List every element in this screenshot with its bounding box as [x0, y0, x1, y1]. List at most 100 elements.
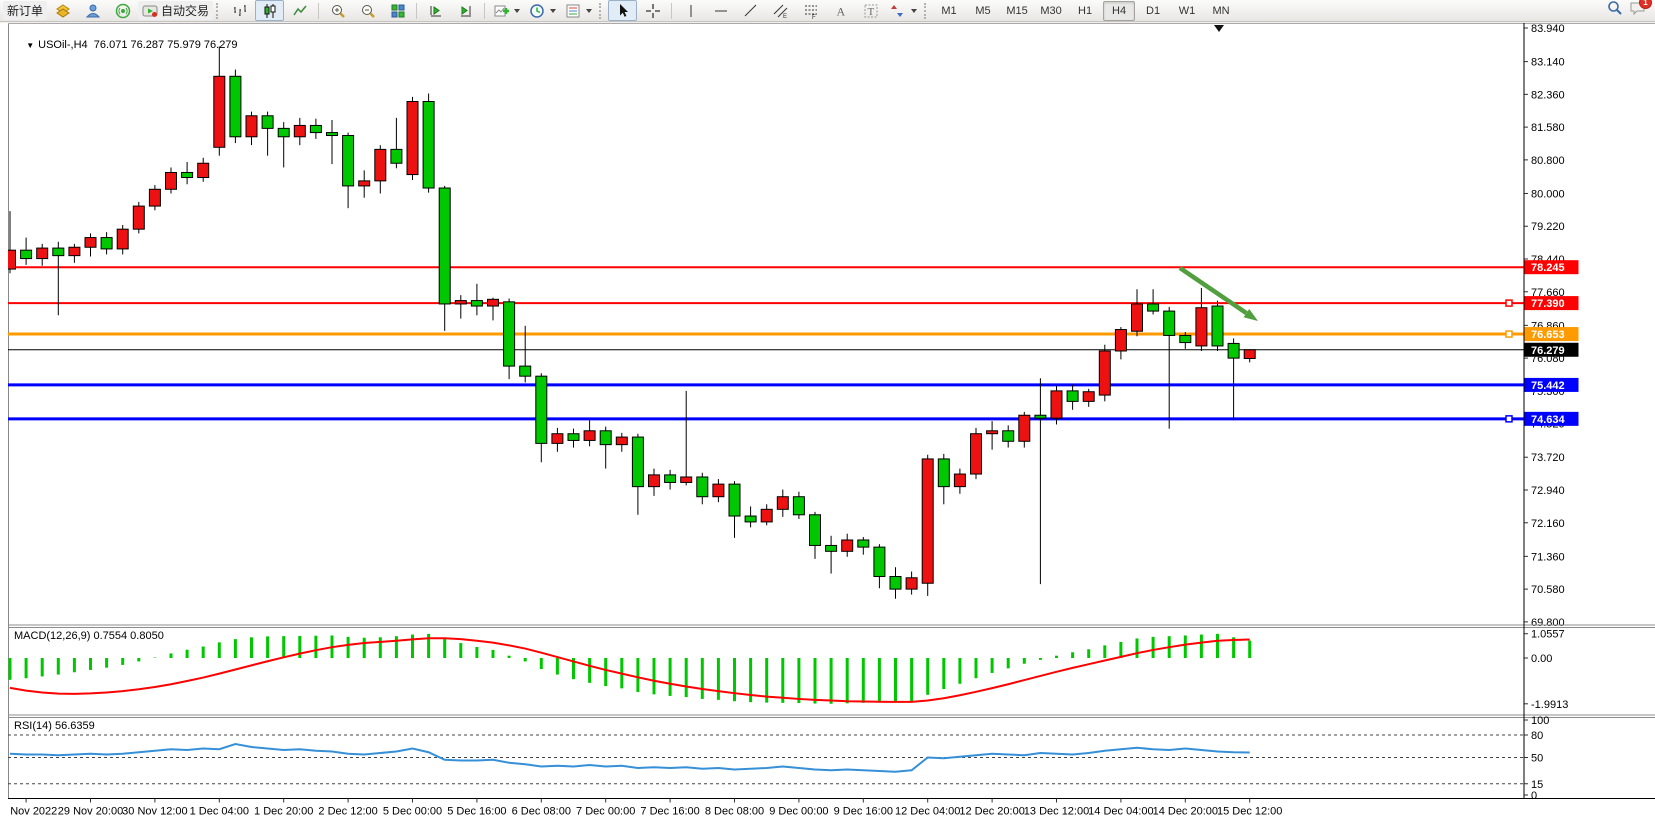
svg-text:7 Dec 16:00: 7 Dec 16:00 [640, 806, 699, 818]
candle-down [343, 136, 354, 186]
candle-up [842, 540, 853, 551]
arrow-objects-icon[interactable] [886, 0, 921, 21]
candle-up [37, 248, 48, 259]
notifications-icon[interactable]: 1 [1629, 0, 1646, 21]
svg-text:81.580: 81.580 [1531, 122, 1565, 134]
search-icon[interactable] [1607, 0, 1623, 21]
candle-down [810, 515, 821, 546]
toolbar-separator [318, 3, 319, 19]
candle-up [8, 250, 16, 269]
candle-up [166, 172, 177, 189]
chart-canvas[interactable]: 83.94083.14082.36081.58080.80080.00079.2… [8, 23, 1655, 823]
timeframe-button-h4[interactable]: H4 [1103, 1, 1135, 21]
candle-up [1019, 415, 1030, 441]
candle-up [1196, 308, 1207, 346]
autotrade-button[interactable]: 自动交易 [138, 1, 213, 20]
candle-down [1003, 431, 1014, 442]
candle-down [471, 301, 482, 306]
main-toolbar: 新订单 自动交易 [0, 0, 1655, 22]
timeframe-button-h1[interactable]: H1 [1069, 1, 1101, 21]
candle-up [1132, 304, 1143, 331]
candle-down [826, 545, 837, 551]
candle-up [214, 76, 225, 147]
svg-text:T: T [867, 6, 874, 18]
candle-down [1180, 335, 1191, 342]
level-marker [1506, 416, 1512, 422]
timeframe-button-mn[interactable]: MN [1205, 1, 1237, 21]
auto-scroll-icon[interactable] [421, 0, 450, 21]
crosshair-icon[interactable] [638, 0, 667, 21]
horizontal-line-tool-icon[interactable] [706, 0, 735, 21]
svg-text:1.0557: 1.0557 [1531, 629, 1565, 641]
timeframe-button-m15[interactable]: M15 [1001, 1, 1033, 21]
candlestick-chart-icon[interactable] [255, 0, 284, 21]
candle-up [69, 247, 80, 255]
svg-text:6 Dec 08:00: 6 Dec 08:00 [512, 806, 571, 818]
svg-text:78.245: 78.245 [1531, 262, 1565, 274]
candle-up [954, 474, 965, 487]
candle-down [697, 477, 708, 497]
tile-windows-icon[interactable] [383, 0, 412, 21]
candle-down [793, 497, 804, 515]
templates-icon[interactable] [561, 0, 596, 21]
funds-icon[interactable] [48, 0, 77, 21]
vertical-line-tool-icon[interactable] [676, 0, 705, 21]
candle-down [327, 133, 338, 136]
cursor-icon[interactable] [608, 0, 637, 21]
timeframe-button-m5[interactable]: M5 [967, 1, 999, 21]
svg-text:30 Nov 12:00: 30 Nov 12:00 [122, 806, 187, 818]
timeframe-button-m30[interactable]: M30 [1035, 1, 1067, 21]
candle-up [1083, 392, 1094, 402]
autotrade-label: 自动交易 [161, 2, 209, 19]
zoom-out-icon[interactable] [353, 0, 382, 21]
bar-chart-icon[interactable] [225, 0, 254, 21]
add-indicator-icon[interactable] [489, 0, 524, 21]
profile-icon[interactable] [78, 0, 107, 21]
periodicity-icon[interactable] [525, 0, 560, 21]
candle-down [632, 437, 643, 487]
candle-down [439, 188, 450, 304]
candle-down [101, 238, 112, 249]
svg-text:76.653: 76.653 [1531, 329, 1565, 341]
trendline-tool-icon[interactable] [736, 0, 765, 21]
candle-down [1148, 304, 1159, 311]
svg-text:7 Dec 00:00: 7 Dec 00:00 [576, 806, 635, 818]
line-chart-icon[interactable] [285, 0, 314, 21]
label-tool-icon[interactable]: T [856, 0, 885, 21]
svg-text:72.160: 72.160 [1531, 518, 1565, 530]
new-order-button[interactable]: 新订单 [3, 1, 47, 20]
toolbar-grip [599, 3, 605, 19]
svg-text:50: 50 [1531, 753, 1543, 765]
candle-down [745, 516, 756, 522]
signals-icon[interactable] [108, 0, 137, 21]
candle-up [922, 459, 933, 583]
toolbar-separator [416, 3, 417, 19]
candle-up [1099, 351, 1110, 395]
svg-text:2 Dec 12:00: 2 Dec 12:00 [318, 806, 377, 818]
svg-text:A: A [836, 4, 845, 18]
svg-text:100: 100 [1531, 715, 1549, 727]
candle-up [584, 431, 595, 441]
candle-up [616, 437, 627, 445]
fibonacci-tool-icon[interactable]: F [796, 0, 825, 21]
svg-text:1 Dec 20:00: 1 Dec 20:00 [254, 806, 313, 818]
timeframe-button-m1[interactable]: M1 [933, 1, 965, 21]
candle-up [488, 299, 499, 306]
svg-text:14 Dec 04:00: 14 Dec 04:00 [1088, 806, 1153, 818]
timeframe-button-w1[interactable]: W1 [1171, 1, 1203, 21]
channel-tool-icon[interactable]: E [766, 0, 795, 21]
candle-up [117, 229, 128, 249]
svg-text:80.000: 80.000 [1531, 188, 1565, 200]
dropdown-caret [586, 9, 592, 13]
timeframe-button-d1[interactable]: D1 [1137, 1, 1169, 21]
text-tool-icon[interactable]: A [826, 0, 855, 21]
candle-up [552, 434, 563, 444]
chart-shift-icon[interactable] [451, 0, 480, 21]
svg-text:76.279: 76.279 [1531, 345, 1565, 357]
svg-text:12 Dec 20:00: 12 Dec 20:00 [959, 806, 1024, 818]
zoom-in-icon[interactable] [323, 0, 352, 21]
candle-up [906, 578, 917, 589]
level-marker [1506, 300, 1512, 306]
candle-down [1228, 343, 1239, 358]
candle-up [198, 163, 209, 177]
